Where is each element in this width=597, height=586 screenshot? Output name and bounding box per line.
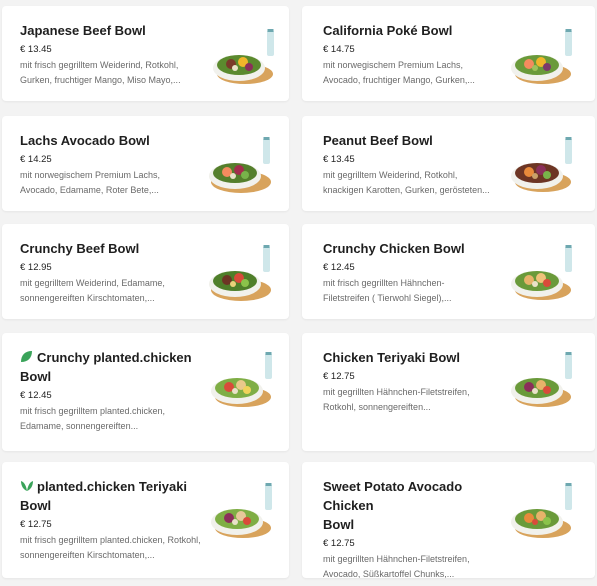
bowl-photo: [505, 136, 575, 198]
menu-item-card[interactable]: Chicken Teriyaki Bowl € 12.75 mit gegril…: [302, 333, 595, 451]
menu-item-price: € 13.45: [323, 154, 355, 165]
menu-item-name: Lachs Avocado Bowl: [20, 133, 150, 148]
description-line: Filetstreifen ( Tierwohl Siegel),...: [323, 293, 452, 303]
menu-item-card[interactable]: Peanut Beef Bowl € 13.45 mit gegrilltem …: [302, 116, 595, 211]
menu-item-name: Sweet Potato Avocado Chicken Bowl: [323, 477, 513, 534]
description-line: mit frisch gegrillten Hähnchen-: [323, 278, 445, 288]
menu-item-name: Japanese Beef Bowl: [20, 23, 146, 38]
bowl-photo: [205, 28, 275, 90]
menu-item-card[interactable]: Japanese Beef Bowl € 13.45 mit frisch ge…: [2, 6, 289, 101]
menu-item-price: € 14.25: [20, 154, 52, 165]
bowl-photo: [505, 28, 575, 90]
menu-item-description: mit frisch gegrillten Hähnchen- Filetstr…: [323, 276, 495, 306]
menu-item-name: Crunchy Chicken Bowl: [323, 241, 465, 256]
description-line: mit gegrillten Hähnchen-Filetstreifen,: [323, 387, 470, 397]
menu-item-price: € 12.45: [20, 390, 52, 401]
description-line: Avocado, Süßkartoffel Chunks,...: [323, 569, 455, 578]
bowl-photo: [205, 244, 275, 306]
menu-item-text: Crunchy Chicken Bowl € 12.45 mit frisch …: [323, 239, 495, 306]
menu-item-description: mit gegrillten Hähnchen-Filetstreifen, R…: [323, 385, 495, 415]
description-line: mit frisch gegrilltem planted.chicken, R…: [20, 535, 201, 545]
menu-item-price: € 14.75: [323, 44, 355, 55]
bowl-photo: [505, 482, 575, 544]
menu-item-name: Peanut Beef Bowl: [323, 133, 433, 148]
menu-item-description: mit norwegischem Premium Lachs, Avocado,…: [323, 58, 495, 88]
menu-item-text: Peanut Beef Bowl € 13.45 mit gegrilltem …: [323, 131, 495, 198]
menu-item-name-line: Bowl: [323, 517, 355, 532]
menu-item-card[interactable]: planted.chicken Teriyaki Bowl € 12.75 mi…: [2, 462, 289, 578]
menu-item-text: Crunchy Beef Bowl € 12.95 mit gegrilltem…: [20, 239, 192, 306]
menu-item-card[interactable]: Crunchy Chicken Bowl € 12.45 mit frisch …: [302, 224, 595, 319]
menu-item-name: California Poké Bowl: [323, 23, 453, 38]
leaf-icon: [20, 478, 33, 491]
description-line: mit gegrilltem Weiderind, Edamame,: [20, 278, 165, 288]
bowl-photo: [205, 351, 275, 413]
menu-item-description: mit frisch gegrilltem planted.chicken, R…: [20, 533, 210, 563]
menu-item-price: € 12.75: [323, 538, 355, 549]
menu-item-name: Crunchy Beef Bowl: [20, 241, 140, 256]
menu-item-text: California Poké Bowl € 14.75 mit norwegi…: [323, 21, 495, 88]
menu-item-name: planted.chicken Teriyaki Bowl: [20, 477, 210, 515]
description-line: mit gegrillten Hähnchen-Filetstreifen,: [323, 554, 470, 564]
menu-item-name-line: Sweet Potato Avocado Chicken: [323, 479, 463, 513]
description-line: Gurken, fruchtiger Mango, Miso Mayo,...: [20, 75, 181, 85]
menu-item-price: € 12.75: [20, 519, 52, 530]
bowl-photo: [205, 136, 275, 198]
menu-item-text: Crunchy planted.chicken Bowl € 12.45 mit…: [20, 348, 210, 434]
menu-grid: Japanese Beef Bowl € 13.45 mit frisch ge…: [0, 0, 597, 586]
menu-item-text: Chicken Teriyaki Bowl € 12.75 mit gegril…: [323, 348, 495, 415]
description-line: sonnengereiften Kirschtomaten,...: [20, 293, 155, 303]
menu-item-description: mit gegrilltem Weiderind, Rotkohl, knack…: [323, 168, 495, 198]
description-line: mit frisch gegrilltem planted.chicken,: [20, 406, 166, 416]
menu-item-card[interactable]: Sweet Potato Avocado Chicken Bowl € 12.7…: [302, 462, 595, 578]
description-line: Edamame, sonnengereiften...: [20, 421, 139, 431]
menu-item-price: € 12.45: [323, 262, 355, 273]
menu-item-name: Crunchy planted.chicken Bowl: [20, 348, 210, 386]
menu-item-name-line: Crunchy planted.chicken: [37, 350, 192, 365]
menu-item-name-line: Bowl: [20, 498, 52, 513]
description-line: sonnengereiften Kirschtomaten,...: [20, 550, 155, 560]
menu-item-description: mit gegrillten Hähnchen-Filetstreifen, A…: [323, 552, 513, 578]
menu-item-text: planted.chicken Teriyaki Bowl € 12.75 mi…: [20, 477, 210, 563]
description-line: mit gegrilltem Weiderind, Rotkohl,: [323, 170, 458, 180]
menu-item-price: € 12.95: [20, 262, 52, 273]
menu-item-text: Japanese Beef Bowl € 13.45 mit frisch ge…: [20, 21, 192, 88]
menu-item-name-line: planted.chicken Teriyaki: [37, 479, 188, 494]
menu-item-card[interactable]: California Poké Bowl € 14.75 mit norwegi…: [302, 6, 595, 101]
menu-item-card[interactable]: Crunchy planted.chicken Bowl € 12.45 mit…: [2, 333, 289, 451]
menu-item-name-line: Bowl: [20, 369, 52, 384]
description-line: Rotkohl, sonnengereiften...: [323, 402, 431, 412]
menu-item-card[interactable]: Crunchy Beef Bowl € 12.95 mit gegrilltem…: [2, 224, 289, 319]
description-line: mit norwegischem Premium Lachs,: [20, 170, 161, 180]
description-line: knackigen Karotten, Gurken, gerösteten..…: [323, 185, 490, 195]
description-line: Avocado, Edamame, Roter Bete,...: [20, 185, 159, 195]
menu-item-price: € 12.75: [323, 371, 355, 382]
menu-item-description: mit gegrilltem Weiderind, Edamame, sonne…: [20, 276, 192, 306]
menu-item-description: mit frisch gegrilltem Weiderind, Rotkohl…: [20, 58, 192, 88]
menu-item-text: Lachs Avocado Bowl € 14.25 mit norwegisc…: [20, 131, 192, 198]
bowl-photo: [505, 351, 575, 413]
menu-item-card[interactable]: Lachs Avocado Bowl € 14.25 mit norwegisc…: [2, 116, 289, 211]
menu-item-price: € 13.45: [20, 44, 52, 55]
description-line: mit norwegischem Premium Lachs,: [323, 60, 464, 70]
bowl-photo: [205, 482, 275, 544]
description-line: mit frisch gegrilltem Weiderind, Rotkohl…: [20, 60, 179, 70]
menu-item-description: mit norwegischem Premium Lachs, Avocado,…: [20, 168, 192, 198]
menu-item-name: Chicken Teriyaki Bowl: [323, 350, 461, 365]
leaf-icon: [20, 349, 33, 362]
bowl-photo: [505, 244, 575, 306]
menu-item-description: mit frisch gegrilltem planted.chicken, E…: [20, 404, 210, 434]
menu-item-text: Sweet Potato Avocado Chicken Bowl € 12.7…: [323, 477, 513, 578]
description-line: Avocado, fruchtiger Mango, Gurken,...: [323, 75, 475, 85]
